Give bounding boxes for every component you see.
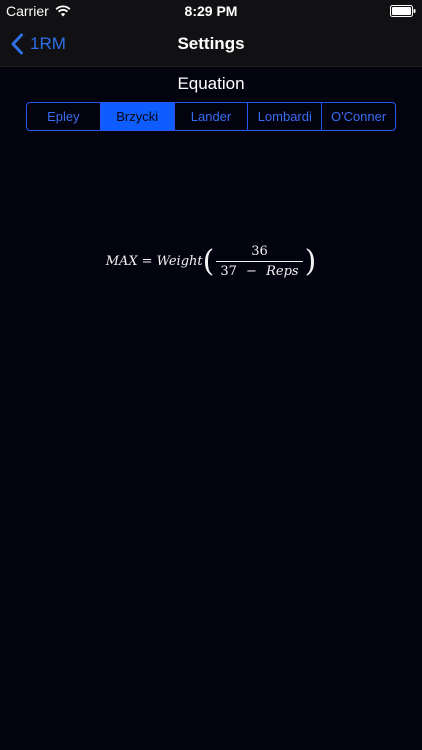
status-time: 8:29 PM — [184, 3, 238, 19]
equation-segmented-control: Epley Brzycki Lander Lombardi O'Conner — [26, 102, 396, 131]
battery-icon — [390, 5, 416, 17]
formula-fraction: 36 37 − Reps — [216, 244, 303, 279]
navigation-bar: 1RM Settings — [0, 22, 422, 67]
formula-denominator: 37 − Reps — [216, 261, 303, 279]
left-parenthesis: ( — [202, 243, 215, 279]
segment-brzycki[interactable]: Brzycki — [99, 103, 174, 130]
formula-weight: Weight — [156, 254, 203, 269]
status-bar: Carrier 8:29 PM — [0, 0, 422, 22]
right-parenthesis: ) — [304, 243, 317, 279]
formula-equals: = — [141, 254, 153, 269]
segment-lombardi[interactable]: Lombardi — [247, 103, 321, 130]
segment-oconner[interactable]: O'Conner — [321, 103, 395, 130]
denominator-constant: 37 — [220, 264, 237, 279]
segment-lander[interactable]: Lander — [173, 103, 248, 130]
formula-display: MAX = Weight ( 36 37 − Reps ) — [0, 244, 422, 279]
formula-lhs: MAX — [105, 254, 138, 269]
page-title: Settings — [177, 34, 245, 53]
equation-section-label: Equation — [177, 74, 245, 93]
denominator-variable: Reps — [266, 264, 299, 279]
denominator-minus: − — [246, 264, 257, 279]
formula-numerator: 36 — [251, 244, 268, 259]
segment-epley[interactable]: Epley — [27, 103, 100, 130]
